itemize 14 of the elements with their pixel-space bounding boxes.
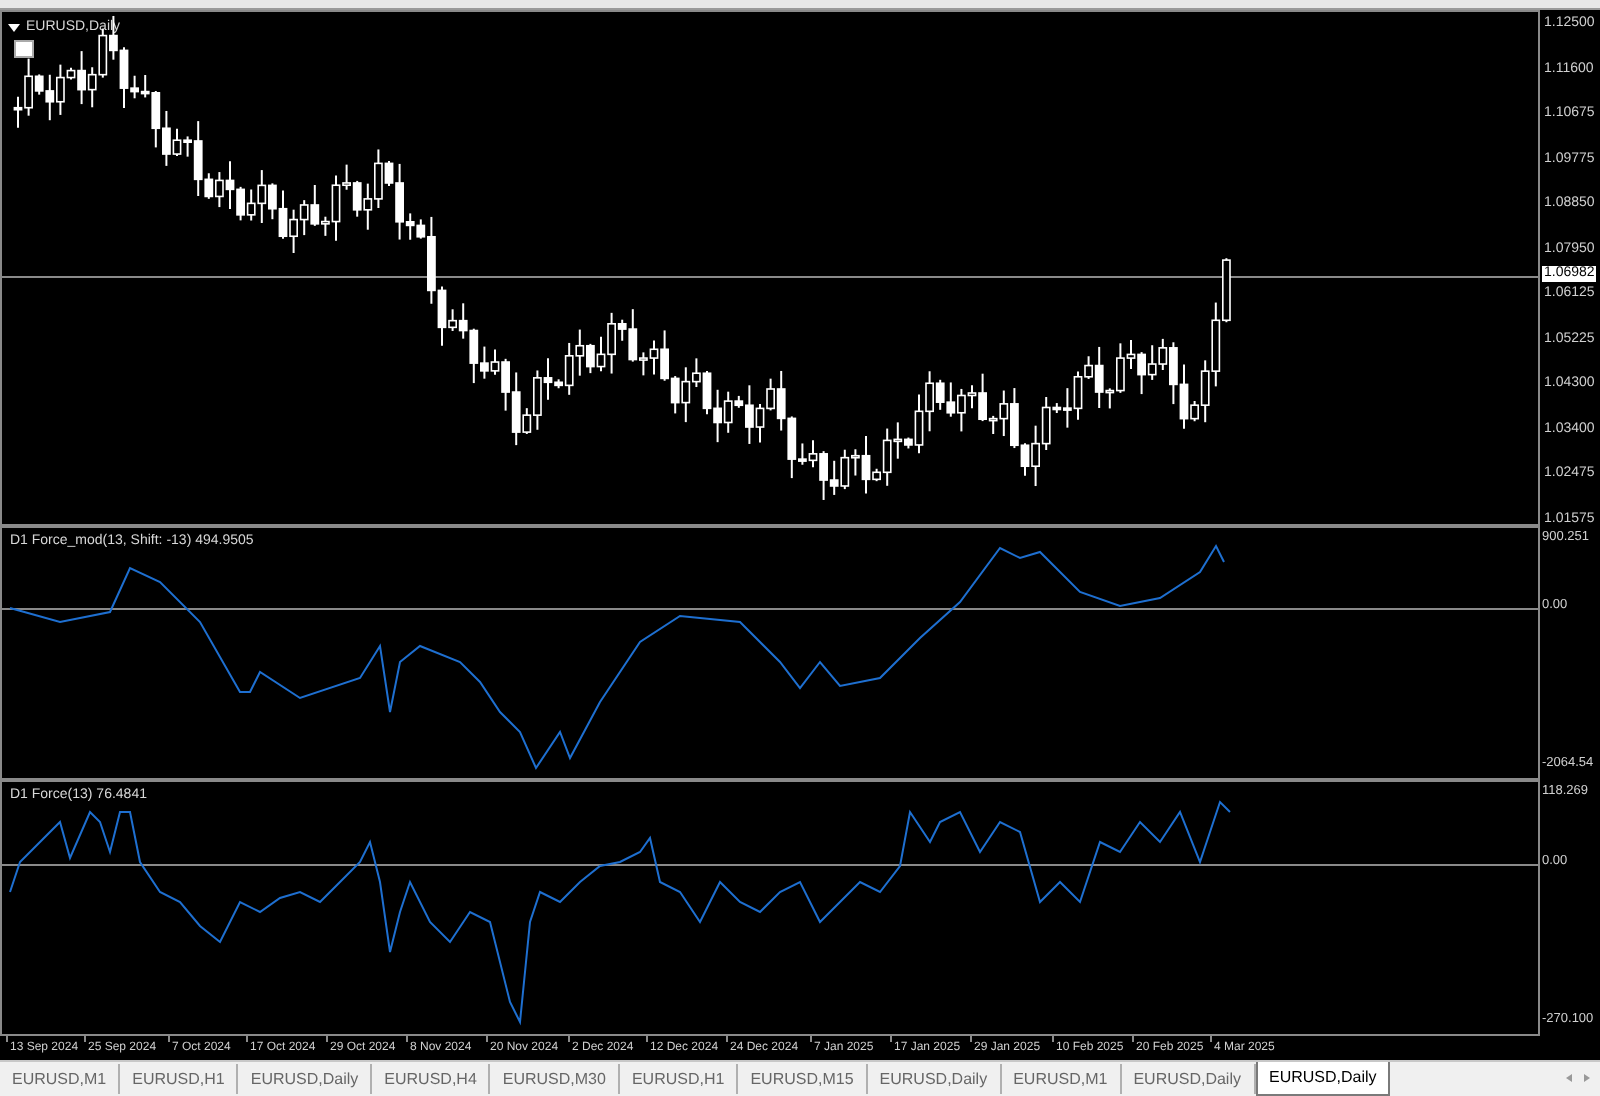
scroll-left-icon[interactable] (1566, 1074, 1572, 1082)
trade-panel-icon[interactable] (14, 40, 34, 58)
chart-tab[interactable]: EURUSD,M1 (0, 1064, 121, 1094)
chart-tab[interactable]: EURUSD,M30 (490, 1064, 620, 1094)
chart-tab[interactable]: EURUSD,M1 (1001, 1064, 1122, 1094)
chart-tab[interactable]: EURUSD,H1 (619, 1064, 739, 1094)
chart-tab[interactable]: EURUSD,H1 (120, 1064, 239, 1094)
scroll-right-icon[interactable] (1584, 1074, 1590, 1082)
chart-tab[interactable]: EURUSD,H4 (372, 1064, 491, 1094)
caret-icon[interactable] (8, 23, 20, 31)
chart-tab[interactable]: EURUSD,Daily (867, 1064, 1002, 1094)
chart-tab[interactable]: EURUSD,Daily (1255, 1062, 1391, 1096)
chart-tab[interactable]: EURUSD,Daily (238, 1064, 373, 1094)
chart-tab[interactable]: EURUSD,M15 (738, 1064, 868, 1094)
